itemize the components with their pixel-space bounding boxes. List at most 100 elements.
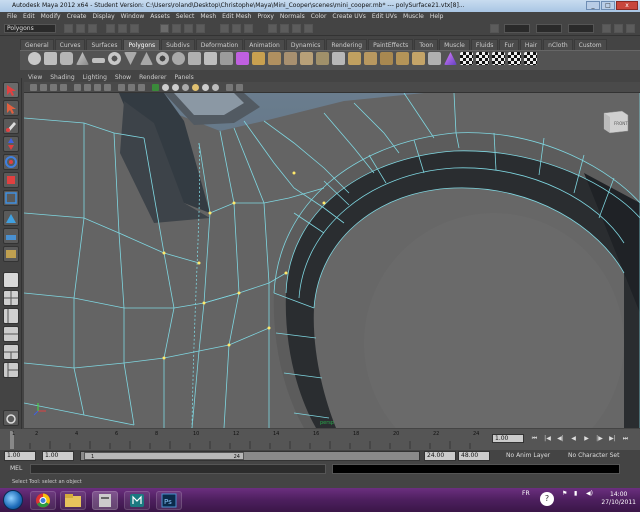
panel-menu-view[interactable]: View <box>24 73 46 82</box>
open-scene-icon[interactable] <box>76 24 85 33</box>
extrude-icon[interactable] <box>268 52 281 65</box>
poly-pipe-icon[interactable] <box>156 52 169 65</box>
menu-set-dropdown[interactable]: Polygons <box>4 24 56 33</box>
show-manipulator-icon[interactable] <box>3 228 19 244</box>
save-scene-icon[interactable] <box>88 24 97 33</box>
start-range-field[interactable]: 1.00 <box>42 451 74 461</box>
panel-menu-renderer[interactable]: Renderer <box>135 73 170 82</box>
step-forward-key-icon[interactable]: ▶| <box>608 434 617 443</box>
y-field[interactable] <box>536 24 562 33</box>
menu-create-uvs[interactable]: Create UVs <box>329 12 368 22</box>
tool-settings-icon[interactable] <box>626 24 635 33</box>
tab-painteffects[interactable]: PaintEffects <box>368 39 414 50</box>
persp-outliner-graph-layout-icon[interactable] <box>3 362 19 378</box>
poly-plane-icon[interactable] <box>92 58 105 63</box>
anim-layer-dropdown[interactable]: No Anim Layer <box>502 451 560 461</box>
render-icon[interactable] <box>280 24 289 33</box>
panel-menu-show[interactable]: Show <box>111 73 135 82</box>
new-scene-icon[interactable] <box>64 24 73 33</box>
tab-deformation[interactable]: Deformation <box>195 39 244 50</box>
scale-tool-icon[interactable] <box>3 172 19 188</box>
transform-mode-icon[interactable] <box>490 24 499 33</box>
maximize-button[interactable]: □ <box>601 1 615 10</box>
panel-menu-shading[interactable]: Shading <box>46 73 78 82</box>
select-tool-icon[interactable] <box>3 82 19 98</box>
snap-grid-icon[interactable] <box>220 24 229 33</box>
poly-soccer-ball-icon[interactable] <box>188 52 201 65</box>
isolate-select-icon[interactable] <box>226 84 233 91</box>
x-field[interactable] <box>504 24 530 33</box>
menu-muscle[interactable]: Muscle <box>400 12 427 22</box>
z-field[interactable] <box>568 24 594 33</box>
menu-normals[interactable]: Normals <box>277 12 308 22</box>
rotate-tool-icon[interactable] <box>3 154 19 170</box>
smooth-shade-icon[interactable] <box>162 84 169 91</box>
menu-create[interactable]: Create <box>64 12 90 22</box>
end-range-field[interactable]: 24.00 <box>424 451 456 461</box>
tab-ncloth[interactable]: nCloth <box>543 39 573 50</box>
close-button[interactable]: x <box>616 1 638 10</box>
persp-outliner-layout-icon[interactable] <box>3 308 19 324</box>
go-to-end-icon[interactable]: ⏭ <box>621 434 630 443</box>
lock-icon[interactable] <box>3 410 19 426</box>
menu-display[interactable]: Display <box>90 12 118 22</box>
high-quality-icon[interactable] <box>212 84 219 91</box>
minimize-button[interactable]: _ <box>586 1 600 10</box>
uv-cylindrical-icon[interactable] <box>492 52 505 65</box>
uv-spherical-icon[interactable] <box>508 52 521 65</box>
uv-automatic-icon[interactable] <box>524 52 537 65</box>
snap-curve-icon[interactable] <box>232 24 241 33</box>
poly-cube-icon[interactable] <box>44 52 57 65</box>
move-tool-icon[interactable] <box>3 136 19 152</box>
ipr-render-icon[interactable] <box>292 24 301 33</box>
tab-general[interactable]: General <box>20 39 54 50</box>
menu-color[interactable]: Color <box>308 12 330 22</box>
shadows-icon[interactable] <box>202 84 209 91</box>
bevel-icon[interactable] <box>364 52 377 65</box>
taskbar-app-icon[interactable] <box>92 491 118 510</box>
taskbar-explorer-icon[interactable] <box>60 491 86 510</box>
uv-planar-icon[interactable] <box>476 52 489 65</box>
offset-edge-loop-icon[interactable] <box>348 52 361 65</box>
panel-menu-lighting[interactable]: Lighting <box>79 73 111 82</box>
collapse-icon[interactable] <box>396 52 409 65</box>
viewcube[interactable]: FRONT <box>600 107 630 135</box>
use-all-lights-icon[interactable] <box>192 84 199 91</box>
select-camera-icon[interactable] <box>30 84 37 91</box>
menu-window[interactable]: Window <box>118 12 148 22</box>
step-back-key-icon[interactable]: |◀ <box>543 434 552 443</box>
end-time-field[interactable]: 48.00 <box>458 451 490 461</box>
merge-icon[interactable] <box>380 52 393 65</box>
split-polygon-icon[interactable] <box>316 52 329 65</box>
step-back-frame-icon[interactable]: ◀| <box>556 434 565 443</box>
menu-help[interactable]: Help <box>427 12 447 22</box>
soft-modify-icon[interactable] <box>3 210 19 226</box>
vertex-mask-icon[interactable] <box>160 24 169 33</box>
image-plane-icon[interactable] <box>60 84 67 91</box>
wireframe-on-shaded-icon[interactable] <box>172 84 179 91</box>
go-to-start-icon[interactable]: ⏮ <box>530 434 539 443</box>
menu-edit-uvs[interactable]: Edit UVs <box>369 12 400 22</box>
render-settings-icon[interactable] <box>304 24 313 33</box>
wireframe-icon[interactable] <box>152 84 159 91</box>
taskbar-chrome-icon[interactable] <box>30 491 56 510</box>
start-button[interactable] <box>3 490 23 510</box>
poly-sphere-icon[interactable] <box>28 52 41 65</box>
grid-icon[interactable] <box>74 84 81 91</box>
snap-point-icon[interactable] <box>244 24 253 33</box>
tab-animation[interactable]: Animation <box>244 39 285 50</box>
textured-icon[interactable] <box>182 84 189 91</box>
taskbar-maya-icon[interactable] <box>124 491 150 510</box>
character-set-dropdown[interactable]: No Character Set <box>564 451 630 461</box>
history-icon[interactable] <box>268 24 277 33</box>
persp-hypershade-layout-icon[interactable] <box>3 344 19 360</box>
menu-proxy[interactable]: Proxy <box>254 12 276 22</box>
attribute-editor-icon[interactable] <box>614 24 623 33</box>
select-component-icon[interactable] <box>130 24 139 33</box>
step-forward-frame-icon[interactable]: |▶ <box>595 434 604 443</box>
four-view-layout-icon[interactable] <box>3 290 19 306</box>
tab-hair[interactable]: Hair <box>519 39 543 50</box>
append-polygon-icon[interactable] <box>300 52 313 65</box>
command-input[interactable] <box>30 464 326 474</box>
xray-icon[interactable] <box>236 84 243 91</box>
